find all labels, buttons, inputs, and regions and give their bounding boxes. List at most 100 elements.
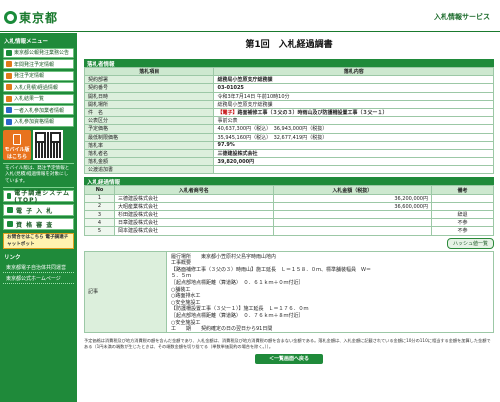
table-row: 落札金額 39,820,000円 [83, 157, 494, 167]
table-row: 予定価格 40,637,300円（税込） 36,943,000円（税抜） [83, 124, 494, 134]
bid-no: 2 [84, 201, 115, 212]
bid-no: 5 [84, 226, 115, 236]
row-value: 39,820,000円 [213, 157, 494, 167]
bid-no: 3 [84, 209, 115, 220]
chatbot-banner[interactable]: お問合せはこちら 電子調達チャットボット [3, 233, 74, 249]
table-header-row: 落札項目 落札内容 [83, 66, 494, 77]
remarks-text: 履行場所 東京都小笠原村父島字時雨山地内 工事概要 【路面補修工事（３父の３）時… [171, 253, 372, 333]
phone-icon [13, 133, 21, 145]
bullet-icon [7, 207, 13, 213]
bullet-icon [6, 107, 12, 113]
row-label: 予定価格 [83, 124, 215, 134]
table-row: 5 岡本建設株式会社 不参 [84, 226, 494, 236]
bid-note: 不参 [431, 218, 494, 228]
bid-amount [272, 209, 432, 220]
row-value: 35,945,160円（税込） 32,677,419円（税抜） [213, 132, 494, 142]
sidebar-item-single-bidder[interactable]: 一者入札参加業者情報 [3, 105, 74, 115]
sidebar-big-label: 資 格 審 査 [16, 221, 54, 229]
bid-no: 1 [84, 193, 115, 203]
bidder-name: 三德建設株式会社 [114, 193, 274, 203]
sidebar-item-e-bidding[interactable]: 電 子 入 札 [3, 204, 74, 216]
sidebar-item-annual-plan[interactable]: 年間発注予定情報 [3, 59, 74, 69]
tokyo-emblem-icon [4, 11, 17, 24]
table-row: 公渡追加書 [83, 165, 494, 175]
qr-code [33, 129, 63, 160]
bid-note: 辞退 [431, 209, 494, 220]
row-value: 97.9% [213, 140, 494, 150]
row-label: 落札金額 [83, 157, 215, 167]
sidebar-item-label: 入札結果一覧 [14, 96, 45, 102]
row-value: 事前公表 [213, 116, 494, 126]
table-row: 契約番号 03-01025 [83, 83, 494, 93]
bid-amount: 36,200,000円 [272, 193, 432, 203]
row-label: 最低制限価格 [83, 132, 215, 142]
row-value: 三德建設株式会社 [213, 148, 494, 159]
sidebar-item-bid-progress[interactable]: 入札(見積)経過情報 [3, 82, 74, 92]
hash-list-button[interactable]: ハッシュ値一覧 [446, 237, 494, 249]
table-row: 2 大昭産業株式会社 36,600,000円 [84, 201, 494, 212]
sidebar-menu-heading: 入札情報メニュー [4, 39, 49, 45]
bullet-icon [6, 61, 12, 67]
back-to-list-button[interactable]: ＜一覧画面へ戻る [255, 353, 323, 364]
bullet-icon [6, 49, 12, 56]
row-label: 契約番号 [83, 83, 215, 93]
table-row: 件 名【電子】路面補修工事（３父の３）時雨山及び防護柵設置工事（３父ー１） [83, 107, 494, 118]
top-bar: 東京都 入札情報サービス [0, 0, 500, 32]
sidebar-item-label: 入札参加資格情報 [14, 119, 55, 125]
row-label: 開札日時 [83, 91, 215, 101]
winner-info-table: 落札項目 落札内容 契約部署 総務局小笠原支庁総務課 契約番号 03-01025 開… [83, 66, 494, 175]
sidebar-item-qualification-review[interactable]: 資 格 審 査 [3, 218, 74, 230]
sidebar-big-label: 電子調達システム(TOP) [14, 190, 71, 204]
bidder-name: 大昭産業株式会社 [114, 201, 274, 212]
mobile-note: モバイル版は、発注予定情報と入札(見積)経過情報を対象にしています。 [3, 162, 74, 188]
sidebar-item-qualification[interactable]: 入札参加資格情報 [3, 116, 74, 127]
sidebar-item-label: 東京都公報発注業務公告 [14, 50, 70, 56]
table-header-row: No 入札者商号名 入札金額（税抜） 備考 [84, 185, 494, 195]
table-row: 3 杉田建設株式会社 辞退 [84, 209, 494, 220]
column-header-note: 備考 [431, 185, 494, 195]
column-header-content: 落札内容 [213, 66, 494, 77]
link-e-government[interactable]: 東京都電子自治体共同運営 [3, 263, 74, 273]
service-title: 入札情報サービス [434, 13, 490, 21]
remarks-label: 記事 [85, 251, 167, 332]
sidebar-item-bid-results[interactable]: 入札結果一覧 [3, 93, 74, 104]
sidebar: 入札情報メニュー 東京都公報発注業務公告 年間発注予定情報 発注予定情報 入札(… [0, 33, 77, 402]
sidebar-item-label: 一者入札参加業者情報 [14, 107, 65, 114]
logo-text: 東京都 [19, 11, 59, 25]
page-title: 第1回 入札経過調書 [245, 40, 333, 50]
remarks-box: 記事 履行場所 東京都小笠原村父島字時雨山地内 工事概要 【路面補修工事（３父の… [84, 250, 494, 333]
footnote: 予定価格は消費税及び地方消費税の額を含んだ金額であり、入札金額は、消費税及び地方… [84, 337, 491, 349]
row-label: 公渡追加書 [83, 165, 215, 175]
sidebar-item-order-plan[interactable]: 発注予定情報 [3, 70, 74, 81]
bid-note [431, 201, 494, 212]
sidebar-link-heading: リンク [4, 255, 21, 261]
table-row: 落札率 97.9% [83, 140, 494, 150]
bid-no: 4 [84, 218, 115, 228]
link-tokyo-official[interactable]: 東京都公式ホームページ [3, 274, 74, 284]
row-value: 令和3年7月14日 午前10時10分 [213, 91, 494, 101]
table-row: 公表区分 事前公表 [83, 116, 494, 126]
bidder-name: 日章建設株式会社 [114, 218, 274, 228]
subject-text: 路面補修工事（３父の３）時雨山及び防護柵設置工事（３父ー１） [237, 110, 388, 117]
table-row: 契約部署 総務局小笠原支庁総務課 [83, 75, 494, 85]
row-label: 落札率 [83, 140, 215, 150]
bullet-icon [6, 72, 12, 79]
row-value [213, 165, 494, 175]
row-value: 総務局小笠原支庁総務課 [213, 99, 494, 109]
row-value: 【電子】路面補修工事（３父の３）時雨山及び防護柵設置工事（３父ー１） [213, 107, 494, 118]
main-content: 第1回 入札経過調書 落札者情報 落札項目 落札内容 契約部署 総務局小笠原支庁総… [83, 33, 494, 364]
sidebar-item-public-notice[interactable]: 東京都公報発注業務公告 [3, 47, 74, 58]
sidebar-item-e-procurement[interactable]: 電子調達システム(TOP) [3, 190, 74, 204]
sidebar-big-label: 電 子 入 札 [16, 207, 54, 215]
bidder-name: 岡本建設株式会社 [114, 226, 274, 236]
row-label: 件 名 [83, 107, 215, 118]
tokyo-logo[interactable]: 東京都 [4, 9, 58, 26]
mobile-version-button[interactable]: モバイル版 はこちら [3, 129, 31, 160]
mobile-label: モバイル版 [4, 146, 30, 153]
pager: ハッシュ値一覧 [84, 237, 494, 249]
bid-amount [272, 218, 432, 228]
bid-amount: 36,600,000円 [272, 201, 432, 212]
bullet-icon [6, 95, 12, 102]
bidder-name: 杉田建設株式会社 [114, 209, 274, 220]
electronic-tag: 【電子】 [217, 110, 238, 117]
